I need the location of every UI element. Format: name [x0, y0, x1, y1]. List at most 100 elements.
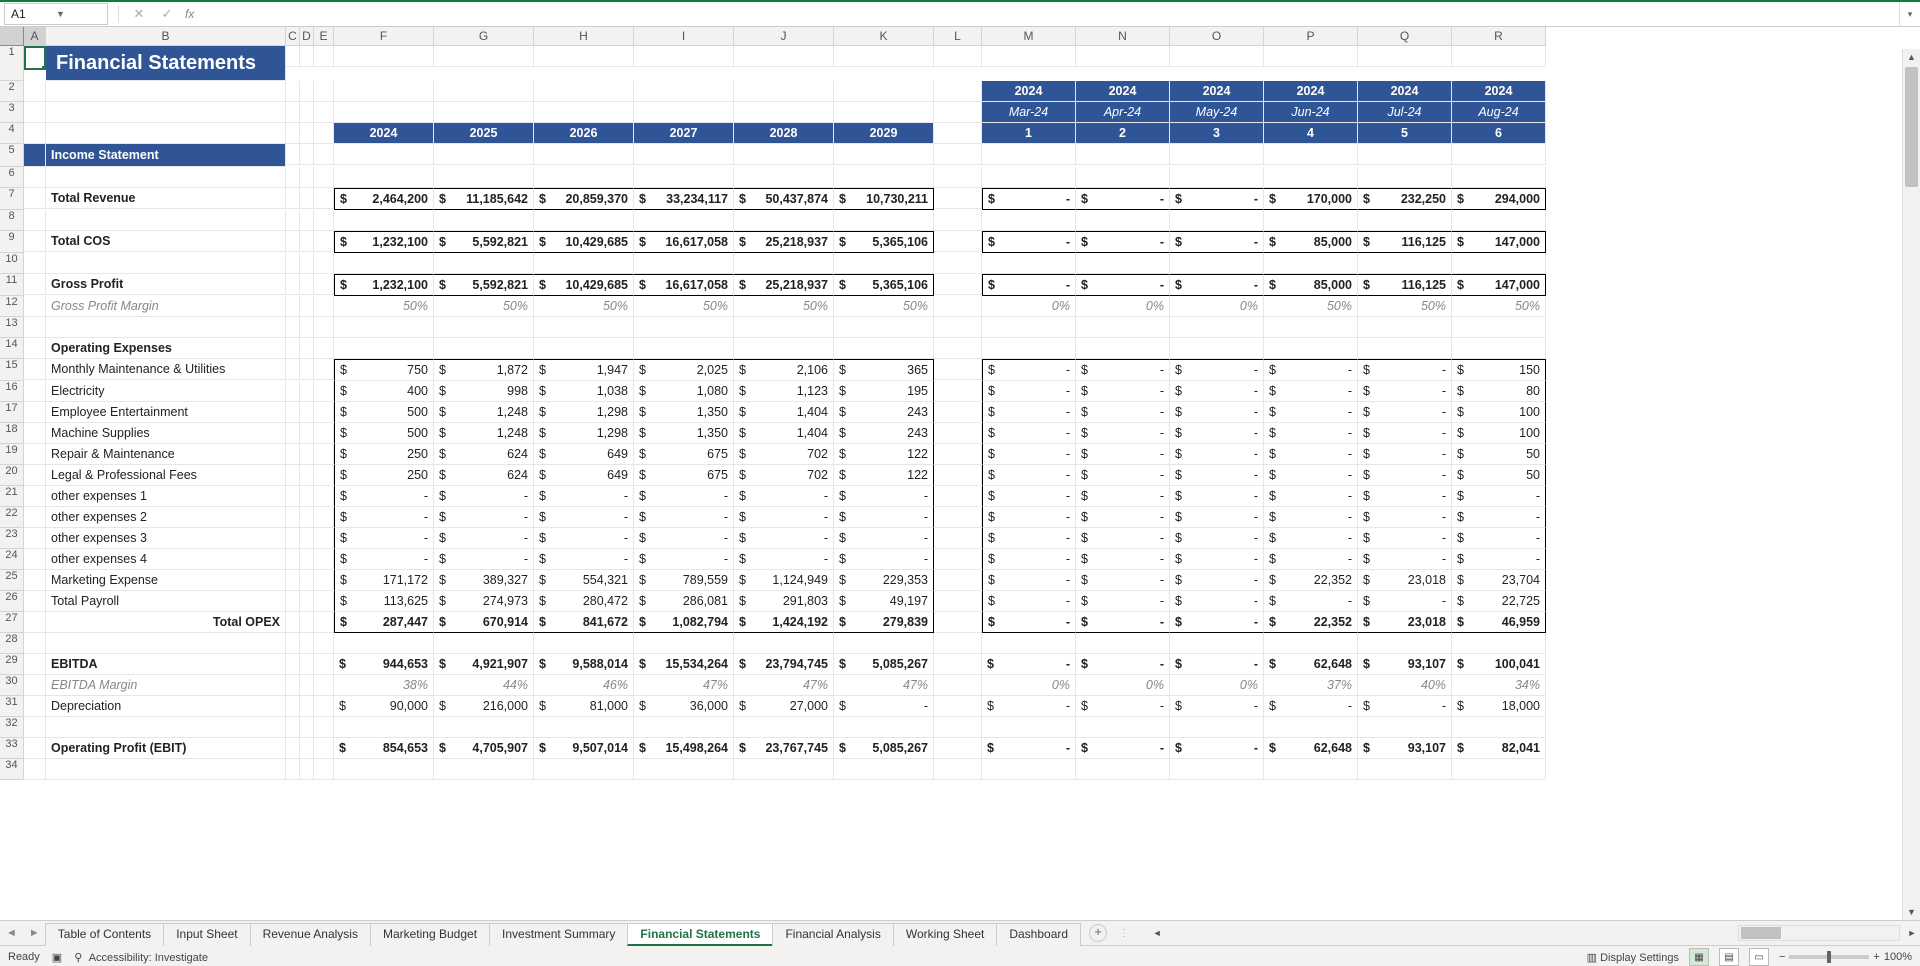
- cell[interactable]: $-: [334, 486, 434, 507]
- column-header[interactable]: J: [734, 27, 834, 46]
- cell[interactable]: [734, 717, 834, 738]
- row-header[interactable]: 14: [0, 338, 24, 359]
- cell[interactable]: [734, 144, 834, 165]
- cell[interactable]: $1,298: [534, 423, 634, 444]
- column-header[interactable]: B: [46, 27, 286, 46]
- cell[interactable]: $-: [1076, 696, 1170, 717]
- sheet-tab[interactable]: Dashboard: [996, 923, 1081, 946]
- cell[interactable]: [314, 507, 334, 528]
- cell[interactable]: [314, 570, 334, 591]
- cell[interactable]: 0%: [1076, 675, 1170, 696]
- cell[interactable]: [434, 46, 534, 67]
- cell[interactable]: [434, 253, 534, 274]
- cell[interactable]: [1264, 633, 1358, 654]
- cell[interactable]: [982, 144, 1076, 165]
- cell[interactable]: 50%: [334, 296, 434, 317]
- cell[interactable]: [314, 528, 334, 549]
- cell[interactable]: $998: [434, 381, 534, 402]
- cell[interactable]: [286, 381, 300, 402]
- cell[interactable]: $750: [334, 359, 434, 381]
- cell[interactable]: $-: [982, 738, 1076, 759]
- cell[interactable]: [300, 486, 314, 507]
- column-header[interactable]: K: [834, 27, 934, 46]
- row-header[interactable]: 3: [0, 102, 24, 123]
- cell[interactable]: [300, 296, 314, 317]
- cell[interactable]: $4,705,907: [434, 738, 534, 759]
- row-label[interactable]: other expenses 4: [46, 549, 286, 570]
- cell[interactable]: $-: [434, 528, 534, 549]
- cell[interactable]: [314, 274, 334, 295]
- cell[interactable]: $171,172: [334, 570, 434, 591]
- cell[interactable]: [24, 144, 46, 167]
- new-sheet-button[interactable]: +: [1089, 924, 1107, 942]
- row-header[interactable]: 5: [0, 144, 24, 167]
- cell[interactable]: [634, 717, 734, 738]
- section-header[interactable]: Income Statement: [46, 144, 286, 167]
- cell[interactable]: [934, 759, 982, 780]
- cell[interactable]: $1,124,949: [734, 570, 834, 591]
- cell[interactable]: [434, 338, 534, 359]
- cell[interactable]: [1264, 46, 1358, 67]
- cell[interactable]: [24, 528, 46, 549]
- tab-nav-prev-icon[interactable]: ►: [23, 927, 46, 939]
- cell[interactable]: [934, 486, 982, 507]
- cell[interactable]: [1076, 167, 1170, 188]
- cell[interactable]: 50%: [1452, 296, 1546, 317]
- cell[interactable]: $85,000: [1264, 274, 1358, 296]
- cell[interactable]: [634, 167, 734, 188]
- cell[interactable]: $23,704: [1452, 570, 1546, 591]
- cell[interactable]: $-: [1170, 402, 1264, 423]
- cell[interactable]: [300, 123, 314, 144]
- cell[interactable]: $-: [1264, 381, 1358, 402]
- cell[interactable]: $49,197: [834, 591, 934, 612]
- cell[interactable]: $23,794,745: [734, 654, 834, 675]
- cell[interactable]: 40%: [1358, 675, 1452, 696]
- cell[interactable]: [1170, 144, 1264, 165]
- cell[interactable]: [1358, 317, 1452, 338]
- cell[interactable]: $36,000: [634, 696, 734, 717]
- cell[interactable]: [286, 423, 300, 444]
- column-header[interactable]: E: [314, 27, 334, 46]
- column-header[interactable]: D: [300, 27, 314, 46]
- cell[interactable]: [286, 591, 300, 612]
- cell[interactable]: [24, 633, 46, 654]
- cell[interactable]: [934, 231, 982, 252]
- cell[interactable]: $5,085,267: [834, 654, 934, 675]
- cell[interactable]: $-: [982, 465, 1076, 486]
- cell[interactable]: $287,447: [334, 612, 434, 633]
- cell[interactable]: $-: [1452, 507, 1546, 528]
- row-header[interactable]: 31: [0, 696, 24, 717]
- cell[interactable]: [982, 759, 1076, 780]
- cell[interactable]: $286,081: [634, 591, 734, 612]
- cell[interactable]: $2,464,200: [334, 188, 434, 210]
- cell[interactable]: [314, 486, 334, 507]
- cell[interactable]: 4: [1264, 123, 1358, 144]
- cell[interactable]: [286, 570, 300, 591]
- cell[interactable]: $116,125: [1358, 274, 1452, 296]
- cell[interactable]: $-: [1264, 465, 1358, 486]
- cell[interactable]: $10,730,211: [834, 188, 934, 210]
- cell[interactable]: [1264, 167, 1358, 188]
- cell[interactable]: $-: [1170, 274, 1264, 296]
- cell[interactable]: Jun-24: [1264, 102, 1358, 123]
- cell[interactable]: [286, 123, 300, 144]
- cell[interactable]: 50%: [734, 296, 834, 317]
- cell[interactable]: $554,321: [534, 570, 634, 591]
- cell[interactable]: $5,365,106: [834, 231, 934, 253]
- cell[interactable]: $27,000: [734, 696, 834, 717]
- cell[interactable]: $675: [634, 444, 734, 465]
- cell[interactable]: $-: [1170, 591, 1264, 612]
- cell[interactable]: [286, 465, 300, 486]
- cell[interactable]: Apr-24: [1076, 102, 1170, 123]
- cell[interactable]: [1264, 253, 1358, 274]
- row-header[interactable]: 34: [0, 759, 24, 780]
- cell[interactable]: [934, 274, 982, 295]
- cell[interactable]: [1076, 46, 1170, 67]
- cell[interactable]: [434, 317, 534, 338]
- cell[interactable]: $150: [1452, 359, 1546, 381]
- cell[interactable]: [734, 167, 834, 188]
- cell[interactable]: $-: [734, 486, 834, 507]
- cell[interactable]: [286, 46, 300, 67]
- cell[interactable]: [46, 167, 286, 188]
- cell[interactable]: [300, 423, 314, 444]
